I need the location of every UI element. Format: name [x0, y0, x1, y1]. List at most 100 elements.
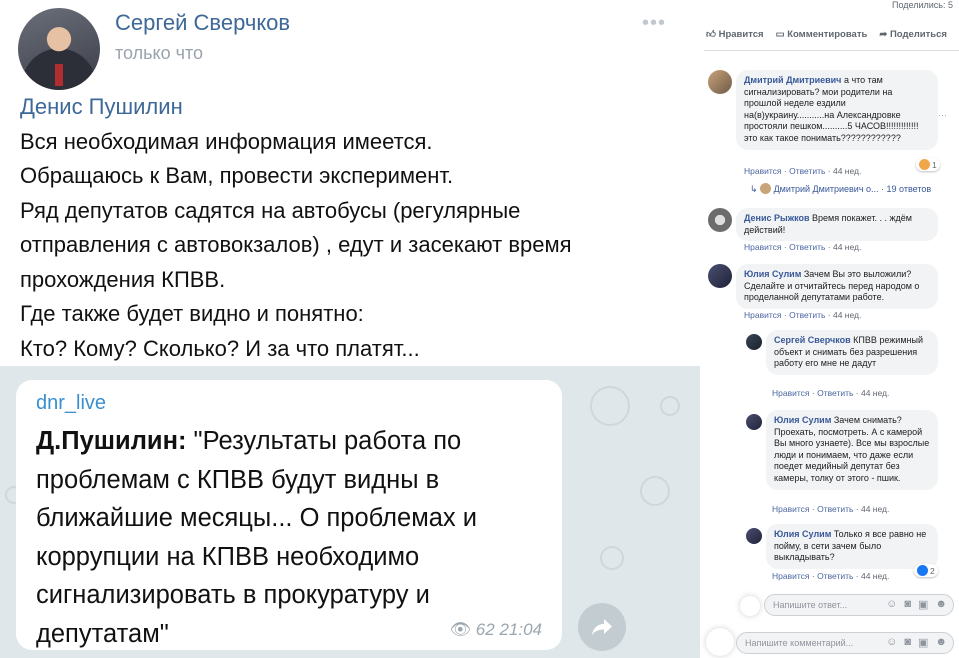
more-options-icon[interactable]: ••• — [642, 12, 666, 35]
comment-input-placeholder: Напишите комментарий... — [745, 638, 854, 648]
reply-bubble: Юлия Сулим Только я все равно не пойму, … — [766, 524, 938, 569]
comment-meta: Нравится · Ответить · 44 нед. — [744, 242, 862, 252]
comment-meta: Нравится · Ответить · 44 нед. — [744, 310, 862, 320]
reply-meta: Нравится · Ответить · 44 нед. — [772, 504, 890, 514]
comment-bubble: Юлия Сулим Зачем Вы это выложили? Сделай… — [736, 264, 938, 309]
like-reaction-icon — [917, 565, 928, 576]
gif-icon[interactable]: ▣ — [918, 636, 928, 649]
commenter-name[interactable]: Юлия Сулим — [744, 269, 801, 279]
comment-bubble-icon: ▭ — [775, 28, 788, 40]
emoji-icon[interactable]: ☺ — [886, 636, 897, 649]
comment-text: а что там сигнализировать? мои родители … — [744, 75, 919, 143]
reply-meta: Нравится · Ответить · 44 нед. — [772, 571, 890, 581]
reply-input-placeholder: Напишите ответ... — [773, 600, 848, 610]
comment-age: 44 нед. — [832, 166, 862, 176]
comment-input-icons: ☺ ◙ ▣ ☻ — [886, 636, 947, 649]
replier-name[interactable]: Юлия Сулим — [774, 529, 831, 539]
post-action-bar: 👍︎ Нравится ▭ Комментировать ➦ Поделитьс… — [706, 24, 959, 44]
telegram-message-text: Д.Пушилин: "Результаты работа по проблем… — [36, 422, 546, 653]
comment-input[interactable]: Напишите комментарий... ☺ ◙ ▣ ☻ — [736, 632, 954, 654]
post-line: Вся необходимая информация имеется. — [20, 128, 433, 154]
comment-options-icon[interactable]: ··· — [938, 110, 947, 120]
share-button[interactable]: ➦ Поделиться — [879, 29, 947, 40]
commenter-name[interactable]: Дмитрий Дмитриевич — [744, 75, 841, 85]
reaction-badge[interactable]: 1 — [916, 158, 940, 171]
camera-icon[interactable]: ◙ — [904, 598, 911, 611]
author-avatar[interactable] — [18, 8, 100, 90]
comment-meta: Нравится · Ответить · 44 нед. — [744, 166, 862, 176]
post-line: Кто? Кому? Сколько? И за что платят... — [20, 335, 420, 361]
reply-bubble: Юлия Сулим Зачем снимать? Проехать, посм… — [766, 410, 938, 490]
comment-like-link[interactable]: Нравится — [744, 242, 782, 252]
telegram-views: 62 — [475, 620, 495, 639]
replier-avatar[interactable] — [746, 334, 762, 350]
reply-age: 44 нед. — [860, 571, 890, 581]
reply-reply-link[interactable]: Ответить — [817, 504, 853, 514]
reaction-badge[interactable]: 2 — [914, 564, 938, 577]
fb-comments-panel: Поделились: 5 👍︎ Нравится ▭ Комментирова… — [700, 0, 959, 658]
reply-reply-link[interactable]: Ответить — [817, 388, 853, 398]
commenter-avatar[interactable] — [708, 70, 732, 94]
like-button[interactable]: 👍︎ Нравится — [706, 28, 764, 40]
telegram-channel-name[interactable]: dnr_live — [36, 392, 106, 415]
forward-arrow-icon — [592, 619, 612, 635]
divider — [704, 50, 959, 51]
post-mention-link[interactable]: Денис Пушилин — [20, 90, 690, 125]
commenter-avatar[interactable] — [708, 208, 732, 232]
comment-age: 44 нед. — [832, 242, 862, 252]
reaction-count: 1 — [932, 159, 937, 170]
comment-reply-link[interactable]: Ответить — [789, 242, 825, 252]
comment-item: Дмитрий Дмитриевич а что там сигнализиро… — [708, 70, 958, 180]
user-avatar-placeholder — [740, 596, 760, 616]
post-line: Где также будет видно и понятно: — [20, 301, 364, 326]
reply-input-icons: ☺ ◙ ▣ ☻ — [886, 598, 947, 611]
replier-name[interactable]: Юлия Сулим — [774, 415, 831, 425]
reply-like-link[interactable]: Нравится — [772, 571, 810, 581]
comment-like-link[interactable]: Нравится — [744, 310, 782, 320]
reply-bubble: Сергей Сверчков КПВВ режимный объект и с… — [766, 330, 938, 375]
commenter-name[interactable]: Денис Рыжков — [744, 213, 810, 223]
replier-avatar[interactable] — [746, 528, 762, 544]
view-replies-link[interactable]: ↳ Дмитрий Дмитриевич о... · 19 ответов — [750, 183, 931, 195]
comment-reply-link[interactable]: Ответить — [789, 166, 825, 176]
camera-icon[interactable]: ◙ — [904, 636, 911, 649]
shares-count[interactable]: Поделились: 5 — [892, 0, 953, 10]
telegram-quote: "Результаты работа по проблемам с КПВВ б… — [36, 427, 477, 648]
reply-reply-link[interactable]: Ответить — [817, 571, 853, 581]
comment-like-link[interactable]: Нравится — [744, 166, 782, 176]
forward-share-button[interactable] — [578, 603, 626, 651]
reply-text: Зачем снимать? Проехать, посмотреть. А с… — [774, 415, 930, 483]
sticker-icon[interactable]: ☻ — [935, 636, 947, 649]
post-line: отправления с автовокзалов) , едут и зас… — [20, 232, 572, 257]
comment-button[interactable]: ▭ Комментировать — [776, 29, 868, 40]
replier-avatar[interactable] — [746, 414, 762, 430]
post-line: Ряд депутатов садятся на автобусы (регул… — [20, 197, 521, 223]
comment-bubble: Денис Рыжков Время покажет. . . ждём дей… — [736, 208, 938, 242]
telegram-message-meta: 👁 62 21:04 — [449, 620, 542, 640]
reply-like-link[interactable]: Нравится — [772, 504, 810, 514]
angry-reaction-icon — [919, 159, 930, 170]
telegram-message-bubble: dnr_live Д.Пушилин: "Результаты работа п… — [16, 380, 562, 650]
replier-avatar — [760, 183, 772, 194]
comment-label: Комментировать — [787, 28, 868, 40]
user-avatar-placeholder — [706, 628, 734, 656]
gif-icon[interactable]: ▣ — [918, 598, 928, 611]
post-time[interactable]: только что — [115, 43, 203, 64]
comment-reply-link[interactable]: Ответить — [789, 310, 825, 320]
reply-input[interactable]: Напишите ответ... ☺ ◙ ▣ ☻ — [764, 594, 954, 616]
post-author-name[interactable]: Сергей Сверчков — [115, 10, 290, 36]
replier-name[interactable]: Сергей Сверчков — [774, 335, 851, 345]
replies-link-text: Дмитрий Дмитриевич о... · 19 ответов — [773, 184, 932, 194]
commenter-avatar[interactable] — [708, 264, 732, 288]
thumbs-up-icon: 👍︎ — [706, 29, 719, 40]
telegram-bold-prefix: Д.Пушилин: — [36, 427, 187, 455]
reply-meta: Нравится · Ответить · 44 нед. — [772, 388, 890, 398]
comment-item: Денис Рыжков Время покажет. . . ждём дей… — [708, 208, 958, 256]
reply-like-link[interactable]: Нравится — [772, 388, 810, 398]
reply-item: Юлия Сулим Только я все равно не пойму, … — [746, 524, 958, 584]
emoji-icon[interactable]: ☺ — [886, 598, 897, 611]
reply-item: Сергей Сверчков КПВВ режимный объект и с… — [746, 330, 958, 402]
sticker-icon[interactable]: ☻ — [935, 598, 947, 611]
comment-bubble: Дмитрий Дмитриевич а что там сигнализиро… — [736, 70, 938, 150]
share-arrow-icon: ➦ — [879, 28, 890, 40]
